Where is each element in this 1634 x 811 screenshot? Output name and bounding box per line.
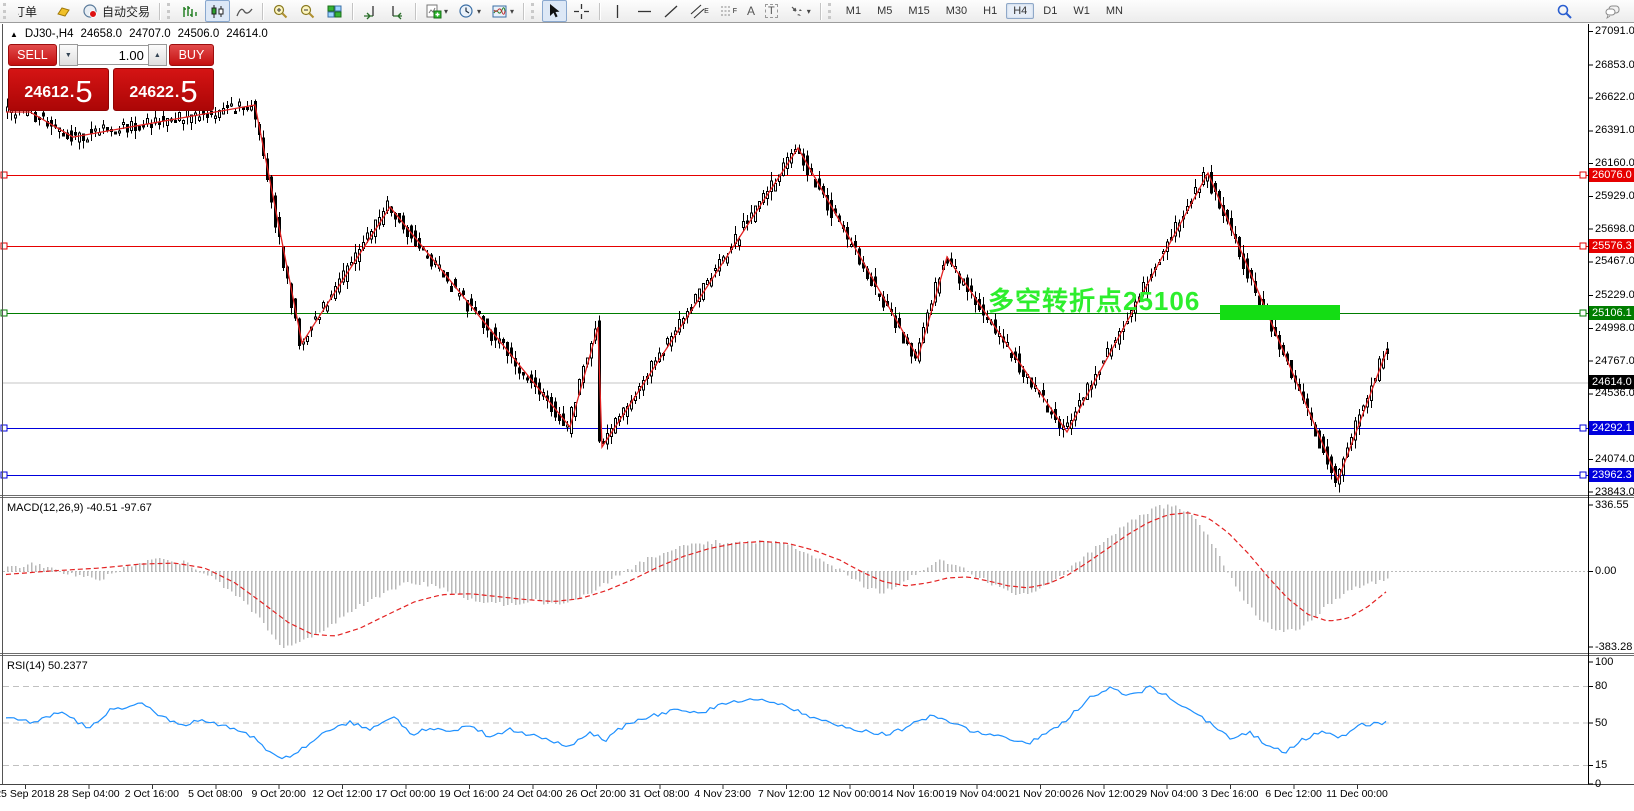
- sell-price-main: 24612: [24, 78, 69, 108]
- hline-handle[interactable]: [1580, 172, 1586, 178]
- hline-handle[interactable]: [1, 310, 7, 316]
- hline-handle[interactable]: [1580, 472, 1586, 478]
- channel-sub-label: E: [704, 8, 709, 15]
- periods-button[interactable]: ▾: [454, 0, 485, 22]
- indicators-button[interactable]: ▾: [421, 0, 452, 22]
- toolbar-grip: [3, 3, 10, 19]
- timeframe-button-W1[interactable]: W1: [1066, 3, 1097, 19]
- rsi-line: [6, 686, 1386, 759]
- hline-handle[interactable]: [1580, 310, 1586, 316]
- auto-scroll-button[interactable]: [358, 0, 383, 22]
- sell-button[interactable]: SELL: [8, 44, 57, 66]
- hline-handle[interactable]: [1, 472, 7, 478]
- main-toolbar: 订单 自动交易: [0, 0, 1634, 23]
- hline-handle[interactable]: [1580, 425, 1586, 431]
- templates-button[interactable]: ▾: [487, 0, 518, 22]
- periods-caret: ▾: [477, 7, 481, 16]
- timeframe-button-M1[interactable]: M1: [839, 3, 868, 19]
- buy-price-main: 24622: [129, 78, 174, 108]
- timeframe-button-H4[interactable]: H4: [1006, 3, 1034, 19]
- highlight-rectangle[interactable]: [1220, 305, 1340, 320]
- autotrading-button[interactable]: 自动交易: [78, 0, 154, 22]
- sell-price-big-digit: 5: [75, 75, 92, 108]
- buy-price-dot: .: [175, 78, 179, 108]
- volume-increase-button[interactable]: ▲: [148, 44, 167, 66]
- tile-windows-button[interactable]: [322, 0, 347, 22]
- label-tool-glyph: T: [765, 4, 778, 18]
- chart-shift-button[interactable]: [385, 0, 410, 22]
- new-order-button[interactable]: 订单: [14, 0, 49, 22]
- sell-price-dot: .: [70, 78, 74, 108]
- chart-window[interactable]: ▲ DJ30-,H4 24658.0 24707.0 24506.0 24614…: [0, 23, 1634, 811]
- hline-handle[interactable]: [1, 425, 7, 431]
- text-label-tool[interactable]: T: [761, 0, 782, 22]
- timeframe-button-M15[interactable]: M15: [901, 3, 936, 19]
- templates-caret: ▾: [510, 7, 514, 16]
- crosshair-button[interactable]: [569, 0, 594, 22]
- hline-handle[interactable]: [1580, 243, 1586, 249]
- volume-stepper: ▼ ▲: [59, 45, 167, 65]
- timeframe-button-D1[interactable]: D1: [1036, 3, 1064, 19]
- buy-button[interactable]: BUY: [169, 44, 214, 66]
- arrows-tool[interactable]: ▾: [784, 0, 815, 22]
- buy-price-display[interactable]: 24622 . 5: [113, 68, 214, 111]
- volume-decrease-button[interactable]: ▼: [59, 44, 78, 66]
- hline-handle[interactable]: [1, 172, 7, 178]
- fibo-sub-label: F: [733, 8, 737, 15]
- timeframe-toolbar: M1M5M15M30H1H4D1W1MN: [838, 3, 1131, 19]
- order-label: 订单: [18, 3, 37, 20]
- vertical-line-tool[interactable]: [605, 0, 630, 22]
- bar-chart-button[interactable]: [178, 0, 203, 22]
- timeframe-button-M5[interactable]: M5: [870, 3, 899, 19]
- text-tool-glyph: A: [747, 4, 755, 18]
- cursor-button[interactable]: [542, 0, 567, 22]
- sell-price-display[interactable]: 24612 . 5: [8, 68, 109, 111]
- trendline-tool[interactable]: [659, 0, 684, 22]
- chat-button[interactable]: [1600, 0, 1625, 22]
- buy-price-big-digit: 5: [180, 75, 197, 108]
- indicators-caret: ▾: [444, 7, 448, 16]
- gold-icon[interactable]: [51, 0, 76, 22]
- chart-canvas[interactable]: [0, 23, 1634, 811]
- timeframe-button-MN[interactable]: MN: [1099, 3, 1130, 19]
- timeframe-button-H1[interactable]: H1: [976, 3, 1004, 19]
- equidistant-channel-tool[interactable]: E: [686, 0, 713, 22]
- volume-input[interactable]: [78, 45, 148, 65]
- hline-handle[interactable]: [1, 243, 7, 249]
- zigzag-line: [6, 105, 1387, 480]
- search-button[interactable]: [1552, 0, 1577, 22]
- arrows-caret: ▾: [807, 7, 811, 16]
- horizontal-line-tool[interactable]: [632, 0, 657, 22]
- fibonacci-tool[interactable]: F: [715, 0, 741, 22]
- zoom-out-button[interactable]: [295, 0, 320, 22]
- zoom-in-button[interactable]: [268, 0, 293, 22]
- text-tool[interactable]: A: [743, 0, 759, 22]
- one-click-trading-panel: SELL ▼ ▲ BUY 24612 . 5 24622 . 5: [8, 44, 214, 111]
- autotrading-label: 自动交易: [102, 3, 150, 20]
- candlestick-chart-button[interactable]: [205, 0, 230, 22]
- autotrading-icon: [82, 3, 99, 20]
- timeframe-button-M30[interactable]: M30: [939, 3, 974, 19]
- mt4-window: 订单 自动交易: [0, 0, 1634, 811]
- line-chart-button[interactable]: [232, 0, 257, 22]
